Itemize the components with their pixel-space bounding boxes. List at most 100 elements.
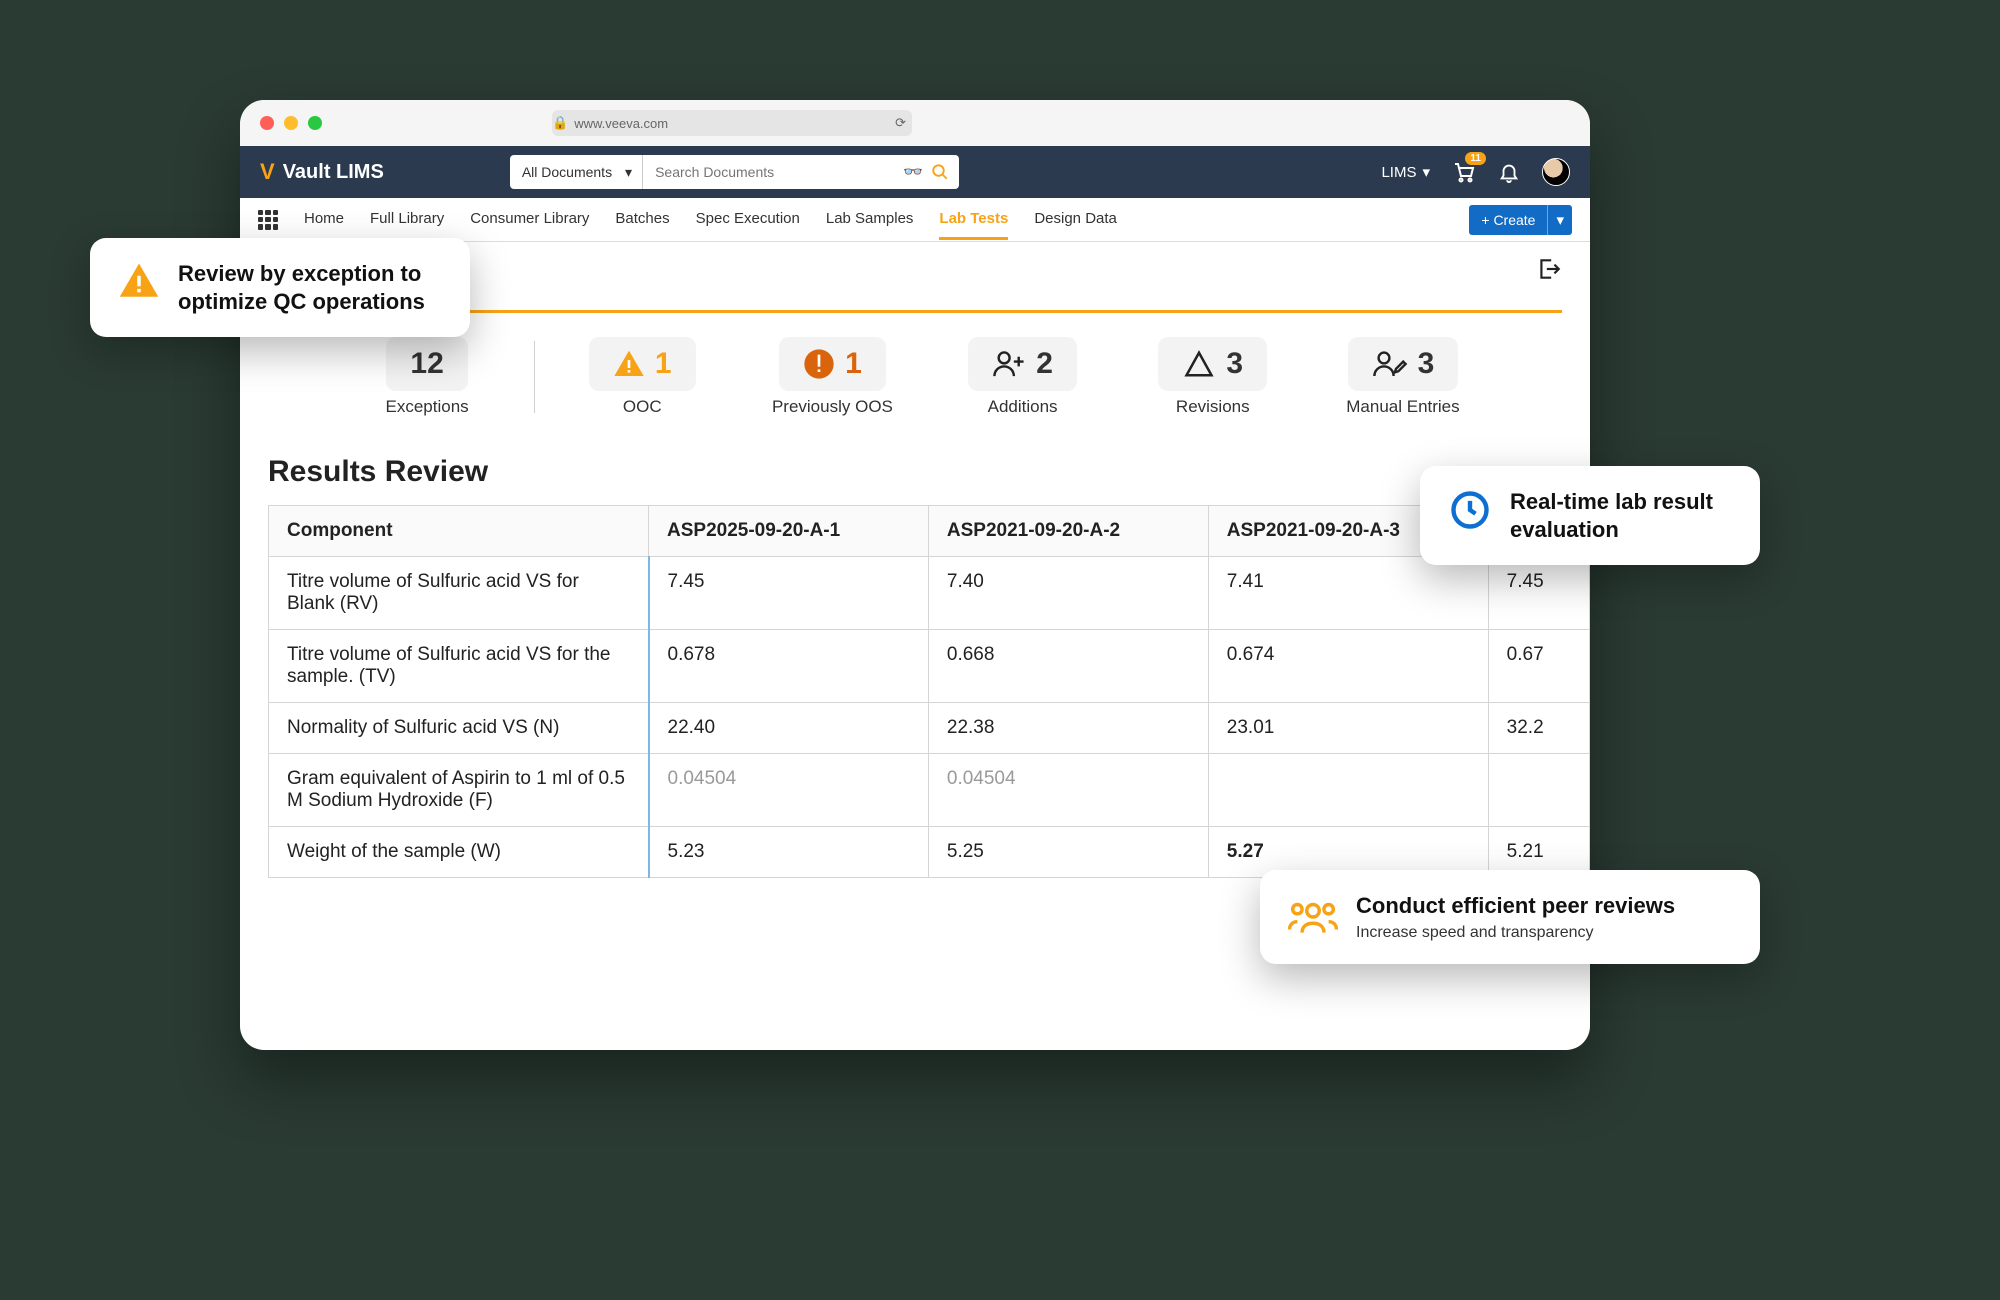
create-dropdown[interactable]: ▾	[1547, 205, 1572, 235]
stat-card[interactable]: 1Previously OOS	[749, 337, 915, 417]
url-bar[interactable]: 🔒 www.veeva.com ⟳	[552, 110, 912, 136]
cell[interactable]: 22.40	[649, 703, 929, 754]
nav-item[interactable]: Lab Tests	[939, 200, 1008, 240]
doc-type-label: All Documents	[522, 164, 612, 180]
table-row: Titre volume of Sulfuric acid VS for the…	[269, 630, 1590, 703]
section-title: Results Review	[240, 427, 1590, 505]
callout-peer-review: Conduct efficient peer reviews Increase …	[1260, 870, 1760, 964]
callout-title: Conduct efficient peer reviews	[1356, 892, 1675, 920]
nav-item[interactable]: Full Library	[370, 200, 444, 240]
window-min-dot[interactable]	[284, 116, 298, 130]
stat-value: 12	[410, 347, 443, 381]
nav-item[interactable]: Home	[304, 200, 344, 240]
topbar: V Vault LIMS All Documents ▾ 👓 LIMS ▾ 11	[240, 146, 1590, 198]
bell-icon[interactable]	[1498, 161, 1520, 183]
refresh-icon[interactable]: ⟳	[895, 115, 906, 131]
stat-value: 3	[1226, 347, 1243, 381]
app-switcher[interactable]: LIMS ▾	[1381, 163, 1430, 181]
row-label: Titre volume of Sulfuric acid VS for the…	[269, 630, 649, 703]
stat-label: Exceptions	[386, 397, 469, 417]
app-switcher-label: LIMS	[1381, 164, 1416, 181]
stat-label: Previously OOS	[772, 397, 893, 417]
stat-card[interactable]: 1OOC	[559, 337, 725, 417]
create-button[interactable]: + Create	[1469, 205, 1547, 235]
cell[interactable]	[1208, 754, 1488, 827]
browser-chrome: 🔒 www.veeva.com ⟳	[240, 100, 1590, 146]
cell[interactable]: 0.67	[1488, 630, 1589, 703]
brand-logo-icon: V	[260, 159, 275, 185]
callout-realtime: Real-time lab result evaluation	[1420, 466, 1760, 565]
cell[interactable]: 22.38	[928, 703, 1208, 754]
nav-item[interactable]: Consumer Library	[470, 200, 589, 240]
apps-menu-icon[interactable]	[258, 210, 278, 230]
alert-icon	[803, 348, 835, 380]
stat-card[interactable]: 3Manual Entries	[1320, 337, 1486, 417]
lock-icon: 🔒	[552, 115, 568, 131]
row-label: Titre volume of Sulfuric acid VS for Bla…	[269, 557, 649, 630]
cell[interactable]: 0.678	[649, 630, 929, 703]
cell[interactable]: 0.04504	[928, 754, 1208, 827]
avatar[interactable]	[1542, 158, 1570, 186]
callout-review-exception: Review by exception to optimize QC opera…	[90, 238, 470, 337]
brand[interactable]: V Vault LIMS	[260, 159, 384, 185]
stat-label: Additions	[988, 397, 1058, 417]
stat-value: 3	[1418, 347, 1435, 381]
people-icon	[1288, 895, 1338, 939]
cell[interactable]	[1488, 754, 1589, 827]
create-button-group: + Create ▾	[1469, 205, 1572, 235]
warning-icon	[613, 348, 645, 380]
cart-badge: 11	[1465, 152, 1486, 165]
stat-card[interactable]: 3 Revisions	[1130, 337, 1296, 417]
search-icon[interactable]	[931, 163, 949, 181]
row-label: Normality of Sulfuric acid VS (N)	[269, 703, 649, 754]
nav-item[interactable]: Batches	[615, 200, 669, 240]
search-input[interactable]	[643, 155, 903, 189]
callout-subtitle: Increase speed and transparency	[1356, 924, 1675, 942]
clock-icon	[1448, 488, 1492, 532]
window-close-dot[interactable]	[260, 116, 274, 130]
warning-icon	[118, 260, 160, 302]
cart-button[interactable]: 11	[1452, 160, 1476, 184]
column-header[interactable]: ASP2021-09-20-A-2	[928, 506, 1208, 557]
column-header[interactable]: Component	[269, 506, 649, 557]
nav-item[interactable]: Design Data	[1034, 200, 1117, 240]
binoculars-icon[interactable]: 👓	[903, 162, 923, 182]
row-label: Weight of the sample (W)	[269, 827, 649, 878]
navbar: Home Full Library Consumer Library Batches S…	[240, 198, 1590, 242]
window-max-dot[interactable]	[308, 116, 322, 130]
column-header[interactable]: ASP2025-09-20-A-1	[649, 506, 929, 557]
exit-icon[interactable]	[1536, 256, 1562, 282]
brand-text: Vault LIMS	[283, 161, 384, 184]
stat-card[interactable]: 12 Exceptions	[344, 337, 510, 417]
cell[interactable]: 7.45	[1488, 557, 1589, 630]
cell[interactable]: 0.674	[1208, 630, 1488, 703]
person-edit-icon	[1372, 349, 1408, 379]
url-text: www.veeva.com	[574, 116, 668, 131]
table-row: Normality of Sulfuric acid VS (N)22.4022…	[269, 703, 1590, 754]
cell[interactable]: 7.40	[928, 557, 1208, 630]
cell[interactable]: 32.2	[1488, 703, 1589, 754]
stat-label: OOC	[623, 397, 662, 417]
triangle-icon	[1182, 349, 1216, 379]
chevron-down-icon: ▾	[1556, 211, 1564, 229]
cell[interactable]: 7.41	[1208, 557, 1488, 630]
doc-type-select[interactable]: All Documents ▾	[510, 155, 643, 189]
cell[interactable]: 0.668	[928, 630, 1208, 703]
table-row: Gram equivalent of Aspirin to 1 ml of 0.…	[269, 754, 1590, 827]
callout-title: Review by exception to optimize QC opera…	[178, 260, 442, 315]
person-plus-icon	[992, 349, 1026, 379]
stat-value: 2	[1036, 347, 1053, 381]
cell[interactable]: 5.25	[928, 827, 1208, 878]
chevron-down-icon: ▾	[1422, 163, 1430, 181]
cell[interactable]: 5.23	[649, 827, 929, 878]
cell[interactable]: 0.04504	[649, 754, 929, 827]
stat-card[interactable]: 2 Additions	[940, 337, 1106, 417]
cell[interactable]: 23.01	[1208, 703, 1488, 754]
search-group: All Documents ▾ 👓	[510, 155, 959, 189]
cell[interactable]: 7.45	[649, 557, 929, 630]
stat-label: Revisions	[1176, 397, 1250, 417]
nav-item[interactable]: Lab Samples	[826, 200, 914, 240]
table-row: Titre volume of Sulfuric acid VS for Bla…	[269, 557, 1590, 630]
nav-item[interactable]: Spec Execution	[696, 200, 800, 240]
chevron-down-icon: ▾	[625, 164, 632, 181]
